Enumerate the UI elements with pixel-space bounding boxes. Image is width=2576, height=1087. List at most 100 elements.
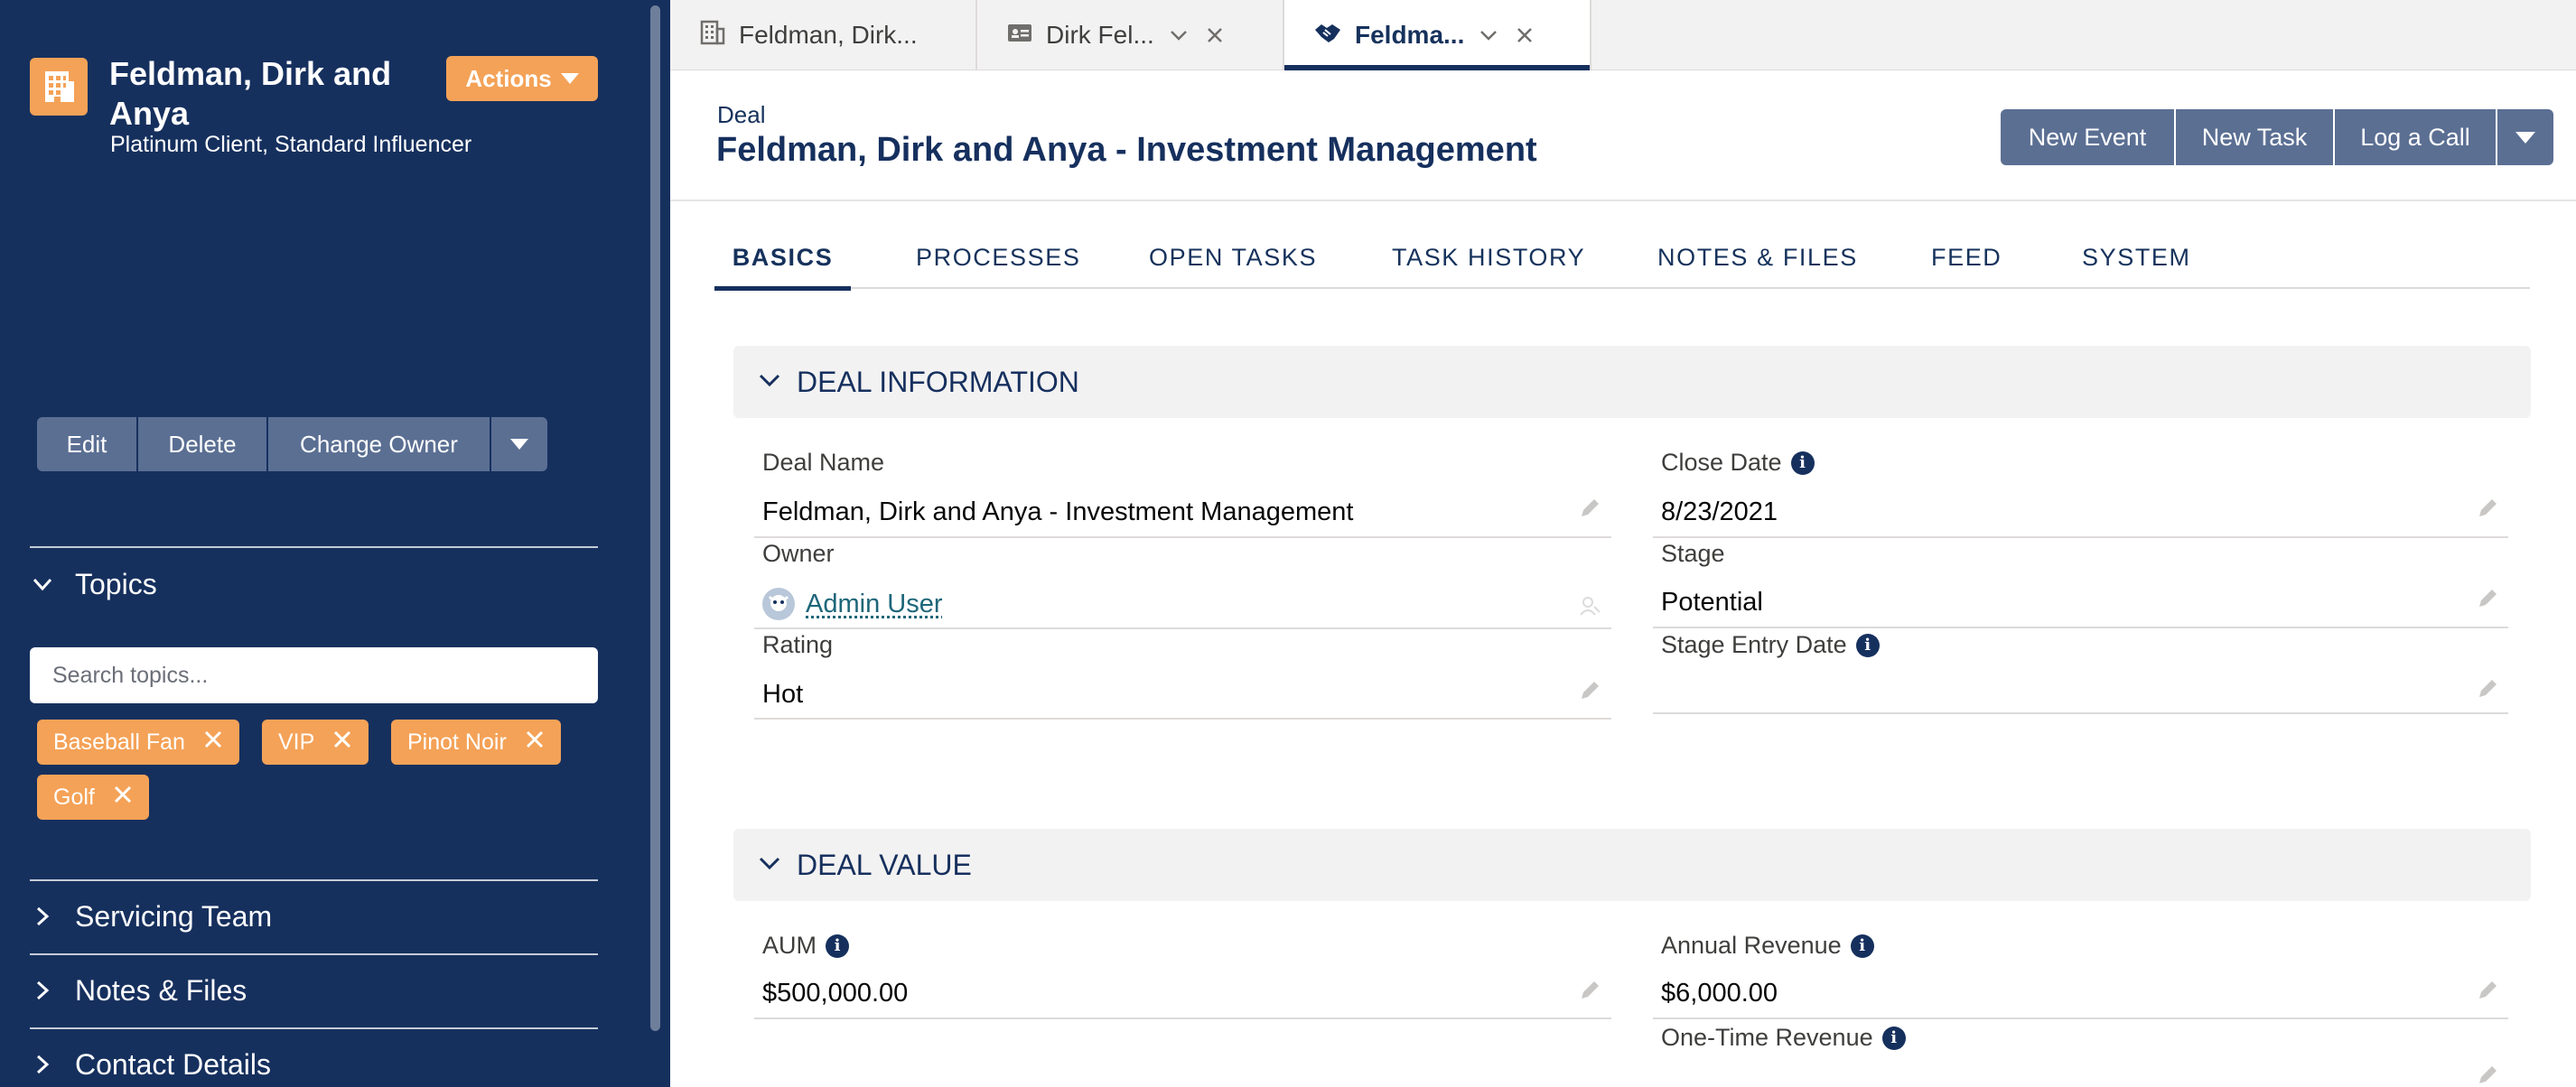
tab-task-history[interactable]: TASK HISTORY: [1392, 226, 1585, 289]
close-icon[interactable]: [203, 729, 223, 756]
chevron-down-icon: [757, 366, 782, 399]
tab-label: Feldman, Dirk...: [739, 21, 918, 49]
topic-tag[interactable]: Pinot Noir: [391, 720, 561, 765]
more-actions-button[interactable]: [491, 417, 547, 471]
search-topics-input[interactable]: [30, 647, 598, 703]
tab-deal[interactable]: Feldma...: [1284, 0, 1591, 70]
contact-details-section-toggle[interactable]: Contact Details: [30, 1042, 271, 1087]
divider: [754, 627, 1611, 629]
field-label: Stage Entry Date i: [1661, 631, 1880, 659]
info-icon[interactable]: i: [1855, 633, 1880, 657]
owner-value: Admin User: [762, 588, 943, 620]
pencil-icon[interactable]: [1578, 679, 1601, 702]
topic-tag-label: VIP: [278, 729, 315, 755]
deal-value-section-toggle[interactable]: DEAL VALUE: [733, 829, 2531, 901]
chevron-down-icon: [30, 571, 55, 597]
divider: [1653, 627, 2508, 628]
divider: [754, 536, 1611, 538]
building-icon: [699, 19, 726, 52]
topics-section-toggle[interactable]: Topics: [30, 562, 157, 607]
actions-button[interactable]: Actions: [446, 56, 598, 101]
section-title: Servicing Team: [75, 899, 273, 933]
pencil-icon[interactable]: [2476, 497, 2499, 520]
tab-label: Feldma...: [1355, 21, 1465, 49]
tab-account[interactable]: Feldman, Dirk...: [670, 0, 977, 70]
field-label: Stage: [1661, 540, 1725, 567]
sidebar-scrollbar[interactable]: [650, 5, 660, 1031]
pencil-icon[interactable]: [1578, 979, 1601, 1002]
aum-value: $500,000.00: [762, 979, 909, 1008]
divider: [1653, 712, 2508, 714]
close-icon[interactable]: [525, 729, 545, 756]
field-label: Annual Revenue i: [1661, 932, 1874, 960]
record-sidebar: Feldman, Dirk and Anya Platinum Client, …: [0, 0, 670, 1087]
building-icon: [30, 58, 88, 116]
field-label: Owner: [762, 540, 835, 567]
servicing-team-section-toggle[interactable]: Servicing Team: [30, 894, 272, 939]
divider: [30, 546, 598, 548]
deal-information-section-toggle[interactable]: DEAL INFORMATION: [733, 346, 2531, 418]
topic-tag[interactable]: Baseball Fan: [37, 720, 239, 765]
notes-files-section-toggle[interactable]: Notes & Files: [30, 968, 247, 1013]
pencil-icon[interactable]: [1578, 497, 1601, 520]
field-label: Deal Name: [762, 449, 885, 476]
info-icon[interactable]: i: [1790, 451, 1815, 475]
field-label: AUM i: [762, 932, 849, 960]
pencil-icon[interactable]: [2476, 677, 2499, 701]
close-icon[interactable]: [113, 785, 133, 811]
chevron-down-icon: [2515, 131, 2535, 144]
close-icon[interactable]: [1203, 23, 1227, 47]
tab-notes-files[interactable]: NOTES & FILES: [1657, 226, 1858, 289]
topic-tag[interactable]: VIP: [262, 720, 369, 765]
stage-value: Potential: [1661, 588, 1763, 617]
page-title: Feldman, Dirk and Anya - Investment Mana…: [716, 131, 1537, 169]
field-label: Rating: [762, 631, 834, 658]
annual-revenue-value: $6,000.00: [1661, 979, 1778, 1008]
tab-system[interactable]: SYSTEM: [2082, 226, 2191, 289]
pencil-icon[interactable]: [2476, 1064, 2499, 1087]
handshake-icon: [1313, 19, 1342, 52]
tab-processes[interactable]: PROCESSES: [916, 226, 1080, 289]
new-event-button[interactable]: New Event: [2001, 109, 2176, 165]
one-time-revenue-label: One-Time Revenue: [1661, 1024, 1873, 1051]
topic-tag-label: Pinot Noir: [407, 729, 507, 755]
divider: [670, 200, 2576, 201]
chevron-down-icon[interactable]: [1167, 23, 1190, 47]
account-name: Feldman, Dirk and Anya: [109, 55, 392, 132]
close-icon[interactable]: [1513, 23, 1536, 47]
log-a-call-button[interactable]: Log a Call: [2335, 109, 2497, 165]
section-title: Contact Details: [75, 1047, 271, 1081]
close-icon[interactable]: [332, 729, 352, 756]
tab-open-tasks[interactable]: OPEN TASKS: [1149, 226, 1317, 289]
info-icon[interactable]: i: [1850, 934, 1874, 958]
owner-link[interactable]: Admin User: [806, 590, 943, 619]
section-title: DEAL VALUE: [797, 848, 972, 881]
record-type-label: Deal: [717, 101, 766, 128]
pencil-icon[interactable]: [2476, 587, 2499, 610]
header-action-group: New Event New Task Log a Call: [2001, 109, 2553, 165]
topic-tag[interactable]: Golf: [37, 775, 149, 820]
edit-button[interactable]: Edit: [37, 417, 138, 471]
tab-contact[interactable]: Dirk Fel...: [977, 0, 1284, 70]
new-task-button[interactable]: New Task: [2176, 109, 2335, 165]
more-actions-button[interactable]: [2497, 109, 2553, 165]
tab-basics[interactable]: BASICS: [714, 226, 851, 291]
info-icon[interactable]: i: [826, 934, 849, 958]
tab-label: Dirk Fel...: [1046, 21, 1154, 49]
close-date-value: 8/23/2021: [1661, 497, 1778, 526]
pencil-icon[interactable]: [2476, 979, 2499, 1002]
divider: [1653, 1017, 2508, 1019]
change-owner-button[interactable]: Change Owner: [268, 417, 491, 471]
workspace-tab-bar: Feldman, Dirk... Dirk Fel... Feldma...: [670, 0, 2576, 70]
chevron-right-icon: [30, 978, 55, 1003]
divider: [30, 953, 598, 955]
divider: [754, 718, 1611, 720]
delete-button[interactable]: Delete: [138, 417, 268, 471]
tab-feed[interactable]: FEED: [1931, 226, 2002, 289]
chevron-down-icon: [560, 73, 579, 84]
section-title: Notes & Files: [75, 973, 247, 1007]
topics-title: Topics: [75, 567, 157, 600]
chevron-down-icon[interactable]: [1477, 23, 1500, 47]
change-owner-icon[interactable]: [1578, 594, 1601, 618]
info-icon[interactable]: i: [1881, 1026, 1906, 1050]
